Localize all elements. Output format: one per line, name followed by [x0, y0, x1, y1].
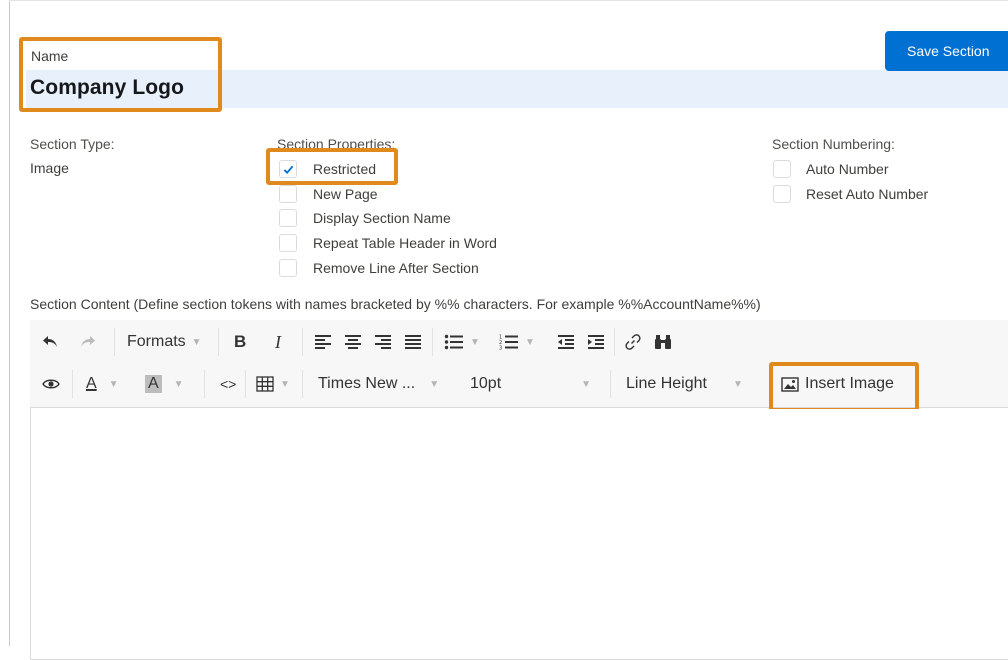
align-justify-icon[interactable]	[404, 322, 422, 362]
toolbar-divider	[302, 328, 303, 356]
caret-down-icon: ▼	[470, 336, 480, 348]
find-replace-icon[interactable]	[654, 322, 672, 362]
formats-dropdown[interactable]: Formats ▼	[127, 322, 202, 362]
caret-down-icon: ▼	[732, 378, 743, 390]
caret-down-icon: ▼	[525, 336, 535, 348]
caret-down-icon: ▼	[108, 378, 119, 390]
font-size-dropdown[interactable]: 10pt ▼	[470, 364, 591, 404]
window-frame-top	[9, 0, 1008, 1]
font-family-dropdown[interactable]: Times New ... ▼	[318, 364, 439, 404]
restricted-label[interactable]: Restricted	[313, 161, 376, 177]
toolbar-divider	[218, 328, 219, 356]
font-family-value: Times New ...	[318, 375, 416, 392]
caret-down-icon: ▼	[581, 378, 592, 390]
auto-number-label[interactable]: Auto Number	[806, 161, 888, 177]
auto-number-checkbox[interactable]	[773, 160, 791, 178]
formats-label: Formats	[127, 333, 186, 350]
link-icon[interactable]	[624, 322, 642, 362]
indent-icon[interactable]	[587, 322, 605, 362]
undo-icon[interactable]	[42, 322, 58, 362]
window-frame-left	[9, 0, 10, 646]
toolbar-row-2: A ▼ A ▼ <> ▼ Times New ... ▼ 10pt ▼ Line…	[30, 364, 1008, 404]
redo-icon[interactable]	[80, 322, 96, 362]
toolbar-divider	[72, 370, 73, 398]
new-page-checkbox[interactable]	[279, 185, 297, 203]
font-size-value: 10pt	[470, 375, 502, 392]
reset-auto-number-checkbox[interactable]	[773, 185, 791, 203]
new-page-label[interactable]: New Page	[313, 186, 378, 202]
italic-button[interactable]: I	[275, 322, 281, 362]
outdent-icon[interactable]	[557, 322, 575, 362]
background-color-dropdown[interactable]: A ▼	[145, 364, 184, 404]
toolbar-divider	[614, 328, 615, 356]
section-content-label: Section Content (Define section tokens w…	[30, 296, 761, 312]
toolbar-divider	[302, 370, 303, 398]
numbered-list-icon[interactable]: 123 ▼	[499, 322, 535, 362]
display-section-name-label[interactable]: Display Section Name	[313, 210, 451, 226]
align-right-icon[interactable]	[374, 322, 392, 362]
bullet-list-icon[interactable]: ▼	[444, 322, 480, 362]
background-color-label: A	[145, 375, 162, 393]
table-icon[interactable]: ▼	[256, 364, 290, 404]
bold-button[interactable]: B	[234, 322, 246, 362]
toolbar-row-1: Formats ▼ B I ▼ 123 ▼	[30, 322, 1008, 362]
remove-line-label[interactable]: Remove Line After Section	[313, 260, 479, 276]
editor-toolbar: Formats ▼ B I ▼ 123 ▼ A ▼ A ▼ <> ▼ Times…	[30, 320, 1008, 408]
text-color-label: A	[86, 375, 97, 392]
source-code-button[interactable]: <>	[220, 364, 236, 404]
preview-eye-icon[interactable]	[42, 364, 60, 404]
align-left-icon[interactable]	[314, 322, 332, 362]
save-section-button[interactable]: Save Section	[885, 31, 1008, 71]
toolbar-divider	[610, 370, 611, 398]
section-type-value: Image	[30, 160, 69, 176]
caret-down-icon: ▼	[429, 378, 440, 390]
toolbar-divider	[245, 370, 246, 398]
name-label: Name	[31, 48, 69, 64]
image-icon	[781, 376, 799, 392]
section-numbering-label: Section Numbering:	[772, 136, 895, 152]
caret-down-icon: ▼	[173, 378, 184, 390]
repeat-table-header-label[interactable]: Repeat Table Header in Word	[313, 235, 497, 251]
insert-image-button[interactable]: Insert Image	[781, 364, 894, 404]
section-properties-label: Section Properties:	[277, 136, 396, 152]
display-section-name-checkbox[interactable]	[279, 209, 297, 227]
section-type-label: Section Type:	[30, 136, 115, 152]
caret-down-icon: ▼	[280, 378, 290, 390]
repeat-table-header-checkbox[interactable]	[279, 234, 297, 252]
text-color-dropdown[interactable]: A ▼	[86, 364, 119, 404]
checkmark-icon	[283, 165, 293, 174]
insert-image-label: Insert Image	[805, 375, 894, 392]
caret-down-icon: ▼	[191, 336, 202, 348]
reset-auto-number-label[interactable]: Reset Auto Number	[806, 186, 928, 202]
line-height-dropdown[interactable]: Line Height ▼	[626, 364, 743, 404]
editor-content-area[interactable]	[31, 409, 1007, 646]
toolbar-divider	[114, 328, 115, 356]
name-value[interactable]: Company Logo	[30, 76, 184, 100]
line-height-label: Line Height	[626, 375, 707, 392]
remove-line-checkbox[interactable]	[279, 259, 297, 277]
toolbar-divider	[204, 370, 205, 398]
restricted-checkbox[interactable]	[279, 160, 297, 178]
toolbar-divider	[432, 328, 433, 356]
svg-text:3: 3	[499, 346, 502, 351]
align-center-icon[interactable]	[344, 322, 362, 362]
